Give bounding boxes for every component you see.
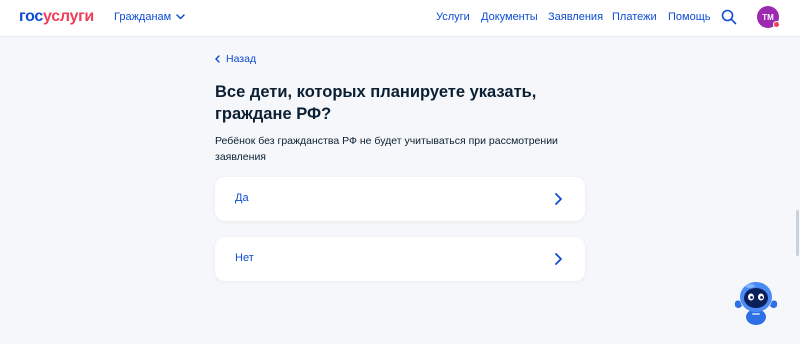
search-icon[interactable] <box>721 9 737 25</box>
audience-dropdown[interactable]: Гражданам <box>114 11 185 23</box>
gosuslugi-logo[interactable]: госуслуги <box>19 8 94 26</box>
notification-dot <box>773 21 780 28</box>
option-yes-label: Да <box>235 192 249 204</box>
nav-services[interactable]: Услуги <box>436 11 470 23</box>
chevron-left-icon <box>215 55 220 63</box>
top-header: госуслуги Гражданам Услуги Документы Зая… <box>0 0 800 37</box>
scrollbar[interactable] <box>796 210 799 256</box>
audience-label: Гражданам <box>114 11 172 23</box>
back-link[interactable]: Назад <box>215 53 256 65</box>
page-subtitle: Ребёнок без гражданства РФ не будет учит… <box>215 135 558 163</box>
chevron-down-icon <box>176 14 185 20</box>
back-label: Назад <box>226 53 257 65</box>
chevron-right-icon <box>555 253 562 265</box>
nav-documents[interactable]: Документы <box>481 11 538 23</box>
option-no[interactable]: Нет <box>215 237 585 281</box>
chevron-right-icon <box>555 193 562 205</box>
logo-text-gos: гос <box>19 8 44 25</box>
nav-applications[interactable]: Заявления <box>548 11 603 23</box>
logo-text-uslugi: услуги <box>43 8 94 25</box>
nav-help[interactable]: Помощь <box>668 11 711 23</box>
option-yes[interactable]: Да <box>215 177 585 221</box>
page-title: Все дети, которых планируете указать, гр… <box>215 83 537 123</box>
option-no-label: Нет <box>235 252 254 264</box>
nav-payments[interactable]: Платежи <box>612 11 657 23</box>
robot-assistant-icon[interactable] <box>730 275 782 327</box>
avatar-initials: ТМ <box>762 12 774 22</box>
